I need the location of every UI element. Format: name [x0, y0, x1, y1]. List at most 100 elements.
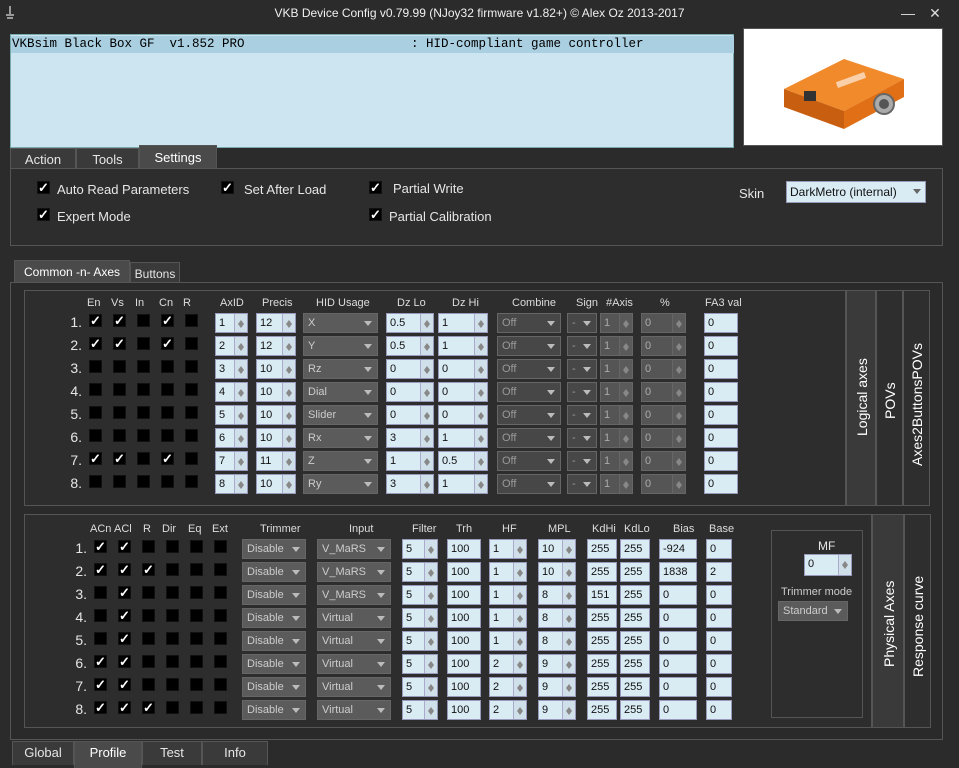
- dz-hi-stepper[interactable]: 0.5: [438, 451, 488, 471]
- percent-stepper[interactable]: 0: [641, 313, 686, 333]
- logical-en-checkbox[interactable]: ✓: [89, 452, 102, 465]
- sign-select[interactable]: -: [567, 405, 597, 425]
- combine-select[interactable]: Off: [497, 313, 561, 333]
- physical-eq-checkbox[interactable]: [190, 701, 203, 714]
- percent-stepper[interactable]: 0: [641, 451, 686, 471]
- physical-dir-checkbox[interactable]: [166, 586, 179, 599]
- physical-acn-checkbox[interactable]: ✓: [94, 655, 107, 668]
- sign-select[interactable]: -: [567, 428, 597, 448]
- trimmer-select[interactable]: Disable: [242, 585, 306, 605]
- hf-stepper[interactable]: 2: [489, 700, 527, 720]
- logical-r-checkbox[interactable]: [185, 383, 198, 396]
- physical-dir-checkbox[interactable]: [166, 678, 179, 691]
- precis-stepper[interactable]: 10: [256, 405, 296, 425]
- auto-read-checkbox[interactable]: ✓: [37, 181, 50, 194]
- logical-vs-checkbox[interactable]: [113, 429, 126, 442]
- dz-lo-stepper[interactable]: 3: [386, 474, 434, 494]
- physical-r-checkbox[interactable]: [142, 655, 155, 668]
- dz-hi-stepper[interactable]: 1: [438, 428, 488, 448]
- combine-select[interactable]: Off: [497, 359, 561, 379]
- combine-select[interactable]: Off: [497, 428, 561, 448]
- dz-hi-stepper[interactable]: 0: [438, 382, 488, 402]
- bias-field[interactable]: 0: [659, 608, 697, 628]
- tab-settings[interactable]: Settings: [139, 145, 217, 170]
- kdlo-field[interactable]: 255: [620, 608, 650, 628]
- hid-usage-select[interactable]: Z: [303, 451, 378, 471]
- physical-dir-checkbox[interactable]: [166, 540, 179, 553]
- kdhi-field[interactable]: 151: [587, 585, 617, 605]
- trimmer-select[interactable]: Disable: [242, 562, 306, 582]
- percent-stepper[interactable]: 0: [641, 382, 686, 402]
- kdhi-field[interactable]: 255: [587, 700, 617, 720]
- bias-field[interactable]: -924: [659, 539, 697, 559]
- axis-stepper[interactable]: 1: [600, 313, 633, 333]
- logical-in-checkbox[interactable]: [137, 314, 150, 327]
- logical-in-checkbox[interactable]: [137, 452, 150, 465]
- physical-r-checkbox[interactable]: [142, 609, 155, 622]
- trh-field[interactable]: 100: [447, 608, 481, 628]
- logical-en-checkbox[interactable]: [89, 383, 102, 396]
- logical-cn-checkbox[interactable]: ✓: [161, 337, 174, 350]
- bias-field[interactable]: 1838: [659, 562, 697, 582]
- trimmer-select[interactable]: Disable: [242, 539, 306, 559]
- precis-stepper[interactable]: 10: [256, 428, 296, 448]
- device-row[interactable]: VKBsim Black Box GF v1.852 PRO: HID-comp…: [11, 36, 734, 53]
- axid-stepper[interactable]: 2: [215, 336, 248, 356]
- physical-ext-checkbox[interactable]: [214, 609, 227, 622]
- logical-cn-checkbox[interactable]: [161, 429, 174, 442]
- axis-stepper[interactable]: 1: [600, 382, 633, 402]
- kdlo-field[interactable]: 255: [620, 539, 650, 559]
- dz-hi-stepper[interactable]: 0: [438, 359, 488, 379]
- base-field[interactable]: 0: [706, 608, 732, 628]
- kdhi-field[interactable]: 255: [587, 608, 617, 628]
- kdlo-field[interactable]: 255: [620, 677, 650, 697]
- dz-lo-stepper[interactable]: 3: [386, 428, 434, 448]
- logical-vs-checkbox[interactable]: ✓: [113, 314, 126, 327]
- trimmer-select[interactable]: Disable: [242, 631, 306, 651]
- kdhi-field[interactable]: 255: [587, 539, 617, 559]
- kdlo-field[interactable]: 255: [620, 654, 650, 674]
- tab-info[interactable]: Info: [202, 741, 268, 765]
- logical-r-checkbox[interactable]: [185, 337, 198, 350]
- set-after-load-checkbox[interactable]: ✓: [221, 181, 234, 194]
- bias-field[interactable]: 0: [659, 654, 697, 674]
- trimmer-select[interactable]: Disable: [242, 677, 306, 697]
- hf-stepper[interactable]: 2: [489, 677, 527, 697]
- physical-acn-checkbox[interactable]: [94, 632, 107, 645]
- logical-in-checkbox[interactable]: [137, 360, 150, 373]
- dz-lo-stepper[interactable]: 0.5: [386, 336, 434, 356]
- minimize-button[interactable]: —: [893, 0, 923, 26]
- physical-acn-checkbox[interactable]: [94, 609, 107, 622]
- physical-r-checkbox[interactable]: [142, 678, 155, 691]
- tab-test[interactable]: Test: [142, 741, 202, 765]
- input-select[interactable]: Virtual: [317, 700, 391, 720]
- logical-cn-checkbox[interactable]: [161, 475, 174, 488]
- axid-stepper[interactable]: 7: [215, 451, 248, 471]
- physical-eq-checkbox[interactable]: [190, 632, 203, 645]
- mpl-stepper[interactable]: 10: [538, 562, 576, 582]
- mpl-stepper[interactable]: 9: [538, 677, 576, 697]
- device-list[interactable]: VKBsim Black Box GF v1.852 PRO: HID-comp…: [10, 34, 734, 148]
- precis-stepper[interactable]: 12: [256, 313, 296, 333]
- kdlo-field[interactable]: 255: [620, 585, 650, 605]
- tab-logical-axes[interactable]: Logical axes: [846, 290, 876, 506]
- logical-r-checkbox[interactable]: [185, 314, 198, 327]
- mpl-stepper[interactable]: 9: [538, 700, 576, 720]
- mpl-stepper[interactable]: 9: [538, 654, 576, 674]
- physical-acn-checkbox[interactable]: ✓: [94, 678, 107, 691]
- physical-ext-checkbox[interactable]: [214, 678, 227, 691]
- input-select[interactable]: V_MaRS: [317, 539, 391, 559]
- mpl-stepper[interactable]: 8: [538, 608, 576, 628]
- physical-r-checkbox[interactable]: [142, 632, 155, 645]
- physical-acl-checkbox[interactable]: ✓: [118, 632, 131, 645]
- logical-vs-checkbox[interactable]: ✓: [113, 452, 126, 465]
- percent-stepper[interactable]: 0: [641, 405, 686, 425]
- physical-ext-checkbox[interactable]: [214, 655, 227, 668]
- hid-usage-select[interactable]: Rx: [303, 428, 378, 448]
- input-select[interactable]: V_MaRS: [317, 585, 391, 605]
- filter-stepper[interactable]: 5: [402, 631, 438, 651]
- sign-select[interactable]: -: [567, 451, 597, 471]
- partial-write-checkbox[interactable]: ✓: [369, 181, 382, 194]
- axis-stepper[interactable]: 1: [600, 428, 633, 448]
- physical-acl-checkbox[interactable]: ✓: [118, 678, 131, 691]
